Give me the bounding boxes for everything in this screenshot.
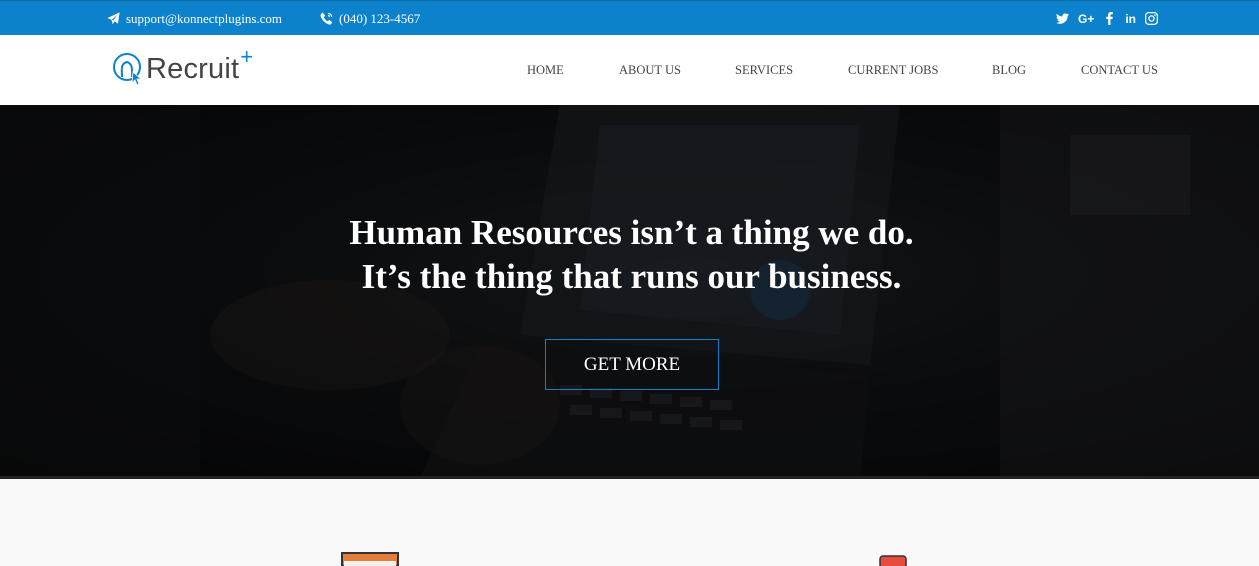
google-plus-icon[interactable]: G+ [1078,12,1094,26]
nav-current-jobs[interactable]: CURRENT JOBS [848,63,938,78]
phone-icon [320,12,333,25]
main-navbar: Recruit + HOME ABOUT US SERVICES CURRENT… [0,35,1259,105]
logo-text: Recruit [146,52,240,85]
site-logo[interactable]: Recruit + [112,44,253,86]
paper-plane-icon [107,12,120,25]
logo-plus: + [240,44,254,69]
facebook-icon[interactable] [1103,12,1116,25]
twitter-icon[interactable] [1055,12,1069,25]
instagram-icon[interactable] [1145,12,1158,25]
nav-blog[interactable]: BLOG [992,63,1026,78]
recruit-logo-icon [113,53,143,86]
hero-heading-line-2: It’s the thing that runs our business. [361,257,902,296]
nav-home[interactable]: HOME [527,63,564,78]
linkedin-icon[interactable]: in [1125,12,1136,26]
nav-services[interactable]: SERVICES [735,63,793,78]
features-section [0,479,1259,566]
hero-heading-line-1: Human Resources isn’t a thing we do. [349,213,914,252]
nav-contact-us[interactable]: CONTACT US [1081,63,1158,78]
social-links: G+ in [1055,1,1158,36]
phone-device-icon [879,555,907,566]
hero-banner: Human Resources isn’t a thing we do. It’… [0,105,1259,478]
nav-about-us[interactable]: ABOUT US [619,63,681,78]
phone-contact[interactable]: (040) 123-4567 [320,1,420,36]
phone-text: (040) 123-4567 [339,10,421,26]
top-bar: support@konnectplugins.com (040) 123-456… [0,0,1259,35]
get-more-button[interactable]: GET MORE [545,339,719,390]
email-text: support@konnectplugins.com [126,10,283,26]
email-contact[interactable]: support@konnectplugins.com [107,1,282,36]
briefcase-icon [341,552,399,566]
